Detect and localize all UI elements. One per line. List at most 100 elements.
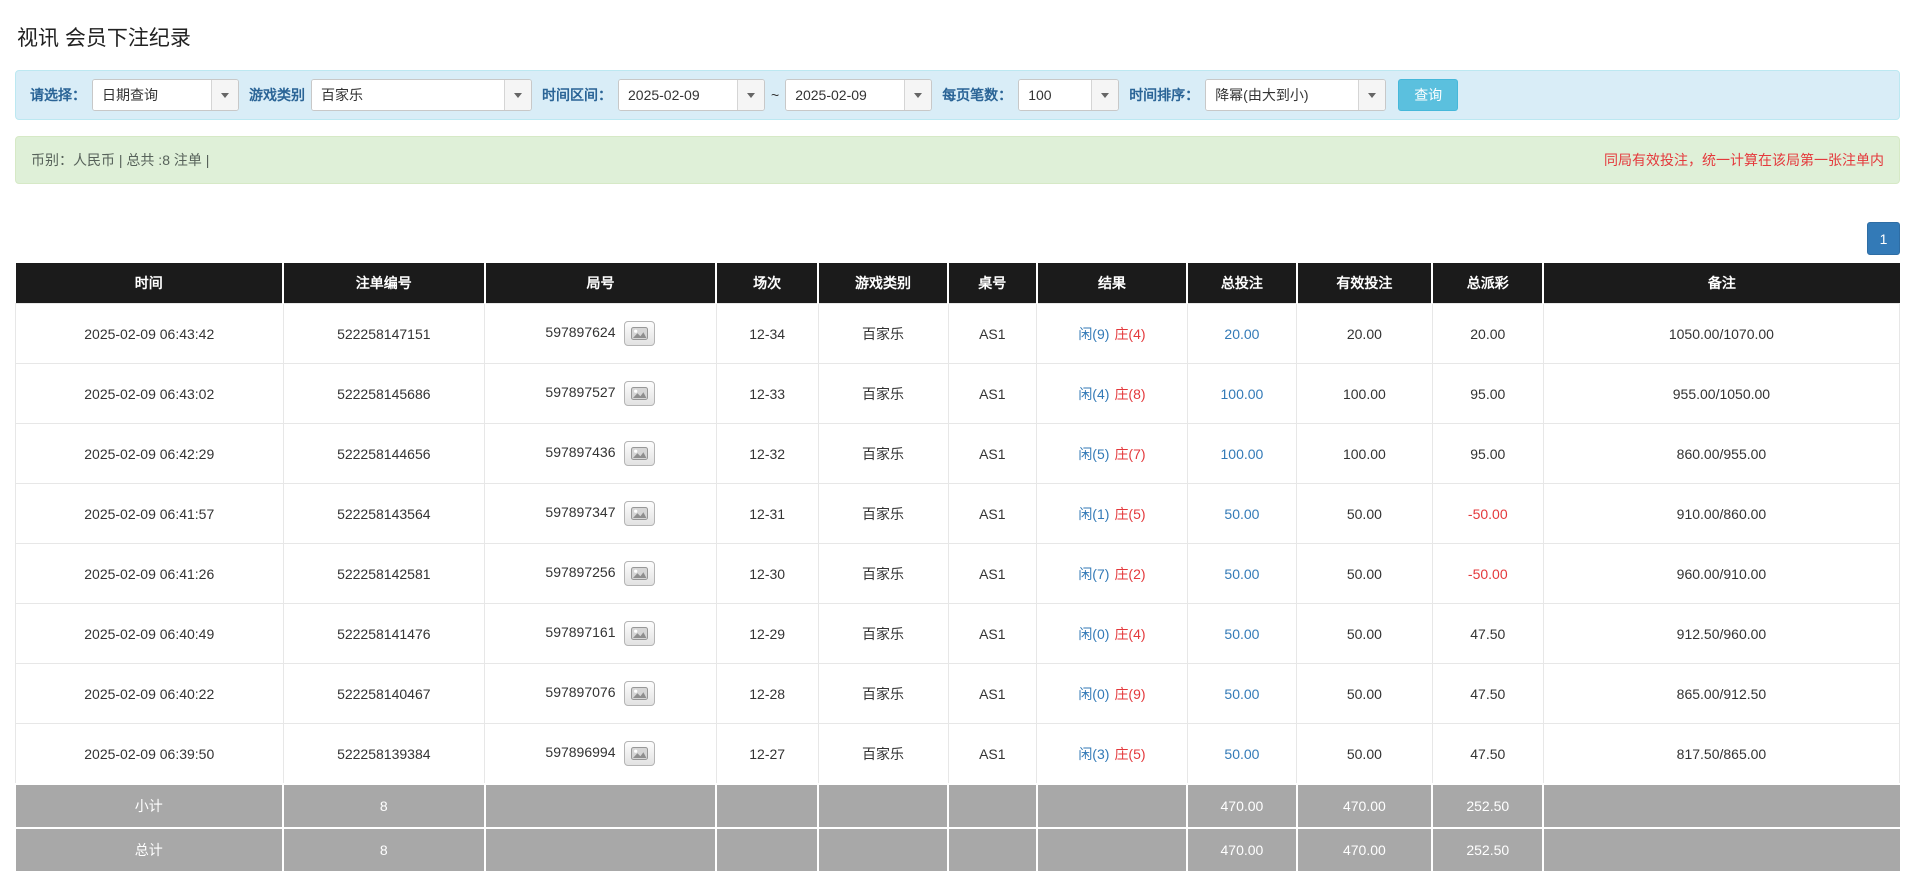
round-id: 597897161 [545, 624, 615, 640]
sort-order-caret-button[interactable] [1358, 80, 1385, 110]
video-replay-button[interactable] [624, 561, 655, 586]
summary-bar: 币别：人民币 | 总共 :8 注单 | 同局有效投注，统一计算在该局第一张注单内 [15, 136, 1900, 184]
total-bet-link[interactable]: 50.00 [1224, 746, 1259, 762]
video-replay-icon [631, 387, 648, 400]
cell-bet-id: 522258142581 [283, 544, 485, 604]
page-size-input[interactable] [1019, 80, 1091, 110]
date-to-caret-button[interactable] [904, 80, 931, 110]
column-header: 时间 [16, 263, 284, 304]
date-from-caret-button[interactable] [737, 80, 764, 110]
video-replay-button[interactable] [624, 621, 655, 646]
cell-game-type: 百家乐 [818, 304, 948, 364]
summary-cell [716, 828, 818, 871]
summary-cell [1037, 828, 1188, 871]
betting-records-table: 时间注单编号局号场次游戏类别桌号结果总投注有效投注总派彩备注 2025-02-0… [15, 263, 1900, 871]
game-type-caret-button[interactable] [504, 80, 531, 110]
column-header: 总派彩 [1432, 263, 1543, 304]
video-replay-button[interactable] [624, 501, 655, 526]
sort-order-input[interactable] [1206, 80, 1358, 110]
cell-valid-bet: 50.00 [1297, 484, 1433, 544]
cell-payout: 95.00 [1432, 424, 1543, 484]
summary-cell: 252.50 [1432, 828, 1543, 871]
cell-total-bet: 20.00 [1187, 304, 1296, 364]
total-bet-link[interactable]: 100.00 [1221, 446, 1264, 462]
chevron-down-icon [221, 93, 229, 98]
cell-payout: 47.50 [1432, 604, 1543, 664]
select-label: 请选择： [30, 85, 86, 105]
cell-note: 912.50/960.00 [1543, 604, 1899, 664]
cell-payout: 47.50 [1432, 724, 1543, 785]
page-container: 视讯 会员下注纪录 请选择： 游戏类别 时间区间： ~ 每页笔数： 时间排序： [0, 0, 1915, 891]
video-replay-button[interactable] [624, 681, 655, 706]
summary-cell [1543, 828, 1899, 871]
summary-cell [948, 828, 1037, 871]
video-replay-button[interactable] [624, 741, 655, 766]
summary-cell [485, 784, 717, 828]
column-header: 备注 [1543, 263, 1899, 304]
cell-bet-id: 522258141476 [283, 604, 485, 664]
cell-total-bet: 50.00 [1187, 604, 1296, 664]
video-replay-icon [631, 447, 648, 460]
video-replay-button[interactable] [624, 381, 655, 406]
cell-session: 12-33 [716, 364, 818, 424]
cell-session: 12-32 [716, 424, 818, 484]
chevron-down-icon [1368, 93, 1376, 98]
cell-table-no: AS1 [948, 484, 1037, 544]
date-query-caret-button[interactable] [211, 80, 238, 110]
table-row: 2025-02-09 06:42:29 522258144656 5978974… [16, 424, 1900, 484]
sort-order-label: 时间排序： [1129, 85, 1199, 105]
video-replay-button[interactable] [624, 321, 655, 346]
total-bet-link[interactable]: 50.00 [1224, 566, 1259, 582]
column-header: 结果 [1037, 263, 1188, 304]
cell-session: 12-27 [716, 724, 818, 785]
result-player: 闲(0) [1078, 626, 1109, 642]
cell-valid-bet: 100.00 [1297, 424, 1433, 484]
video-replay-icon [631, 627, 648, 640]
cell-table-no: AS1 [948, 364, 1037, 424]
total-bet-link[interactable]: 50.00 [1224, 686, 1259, 702]
cell-session: 12-29 [716, 604, 818, 664]
result-player: 闲(3) [1078, 746, 1109, 762]
result-player: 闲(9) [1078, 326, 1109, 342]
page-size-select [1018, 79, 1119, 111]
table-row: 2025-02-09 06:43:42 522258147151 5978976… [16, 304, 1900, 364]
search-button[interactable]: 查询 [1398, 79, 1458, 111]
date-range-separator: ~ [771, 87, 779, 103]
summary-cell: 总计 [16, 828, 284, 871]
date-to-input[interactable] [786, 80, 904, 110]
date-from-input[interactable] [619, 80, 737, 110]
pagination-page-1-button[interactable]: 1 [1867, 222, 1900, 255]
total-bet-link[interactable]: 50.00 [1224, 506, 1259, 522]
cell-total-bet: 50.00 [1187, 544, 1296, 604]
summary-cell [1037, 784, 1188, 828]
round-id: 597897624 [545, 324, 615, 340]
table-row: 2025-02-09 06:39:50 522258139384 5978969… [16, 724, 1900, 785]
game-type-label: 游戏类别 [249, 85, 305, 105]
total-bet-link[interactable]: 50.00 [1224, 626, 1259, 642]
video-replay-button[interactable] [624, 441, 655, 466]
column-header: 游戏类别 [818, 263, 948, 304]
video-replay-icon [631, 327, 648, 340]
summary-cell: 470.00 [1187, 828, 1296, 871]
cell-time: 2025-02-09 06:40:22 [16, 664, 284, 724]
cell-result: 闲(1)庄(5) [1037, 484, 1188, 544]
game-type-input[interactable] [312, 80, 504, 110]
total-bet-link[interactable]: 20.00 [1224, 326, 1259, 342]
summary-cell: 252.50 [1432, 784, 1543, 828]
cell-valid-bet: 50.00 [1297, 664, 1433, 724]
page-size-caret-button[interactable] [1091, 80, 1118, 110]
total-bet-link[interactable]: 100.00 [1221, 386, 1264, 402]
result-banker: 庄(4) [1114, 326, 1145, 342]
date-query-input[interactable] [93, 80, 211, 110]
summary-cell: 8 [283, 784, 485, 828]
cell-note: 1050.00/1070.00 [1543, 304, 1899, 364]
round-id: 597897076 [545, 684, 615, 700]
column-header: 场次 [716, 263, 818, 304]
cell-bet-id: 522258145686 [283, 364, 485, 424]
cell-game-type: 百家乐 [818, 424, 948, 484]
result-banker: 庄(5) [1114, 506, 1145, 522]
result-banker: 庄(9) [1114, 686, 1145, 702]
result-player: 闲(0) [1078, 686, 1109, 702]
column-header: 局号 [485, 263, 717, 304]
summary-cell [716, 784, 818, 828]
